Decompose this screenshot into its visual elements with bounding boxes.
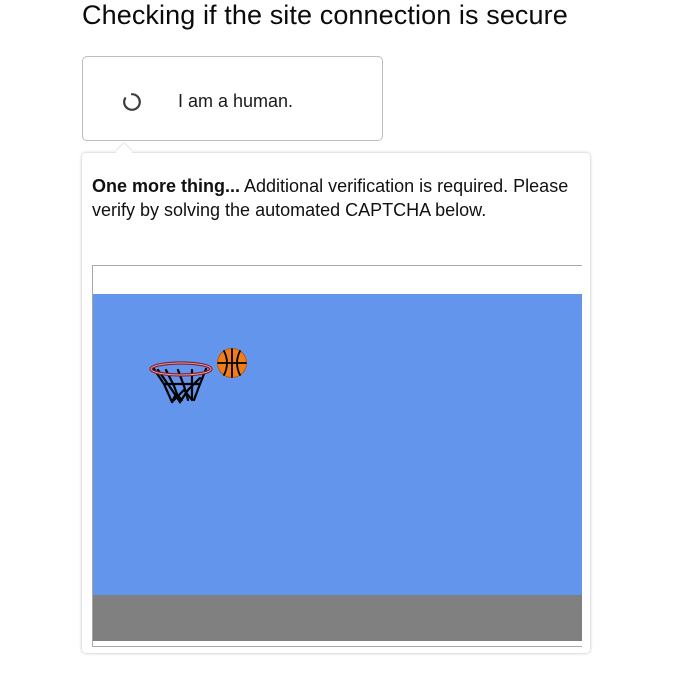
- basketball-hoop-icon: [148, 360, 214, 406]
- captcha-sky: [93, 294, 582, 595]
- verification-lead: One more thing...: [92, 176, 241, 196]
- basketball-icon[interactable]: [216, 347, 248, 379]
- loading-spinner-icon: [122, 92, 142, 112]
- page-title: Checking if the site connection is secur…: [82, 0, 568, 30]
- verification-message: One more thing... Additional verificatio…: [92, 174, 572, 222]
- captcha-ground: [93, 595, 582, 641]
- human-checkbox-label: I am a human.: [178, 91, 294, 111]
- human-verification-checkbox[interactable]: I am a human.: [82, 56, 383, 141]
- verification-popup: One more thing... Additional verificatio…: [82, 143, 590, 653]
- captcha-game-frame[interactable]: [92, 265, 582, 647]
- popup-arrow: [115, 143, 133, 161]
